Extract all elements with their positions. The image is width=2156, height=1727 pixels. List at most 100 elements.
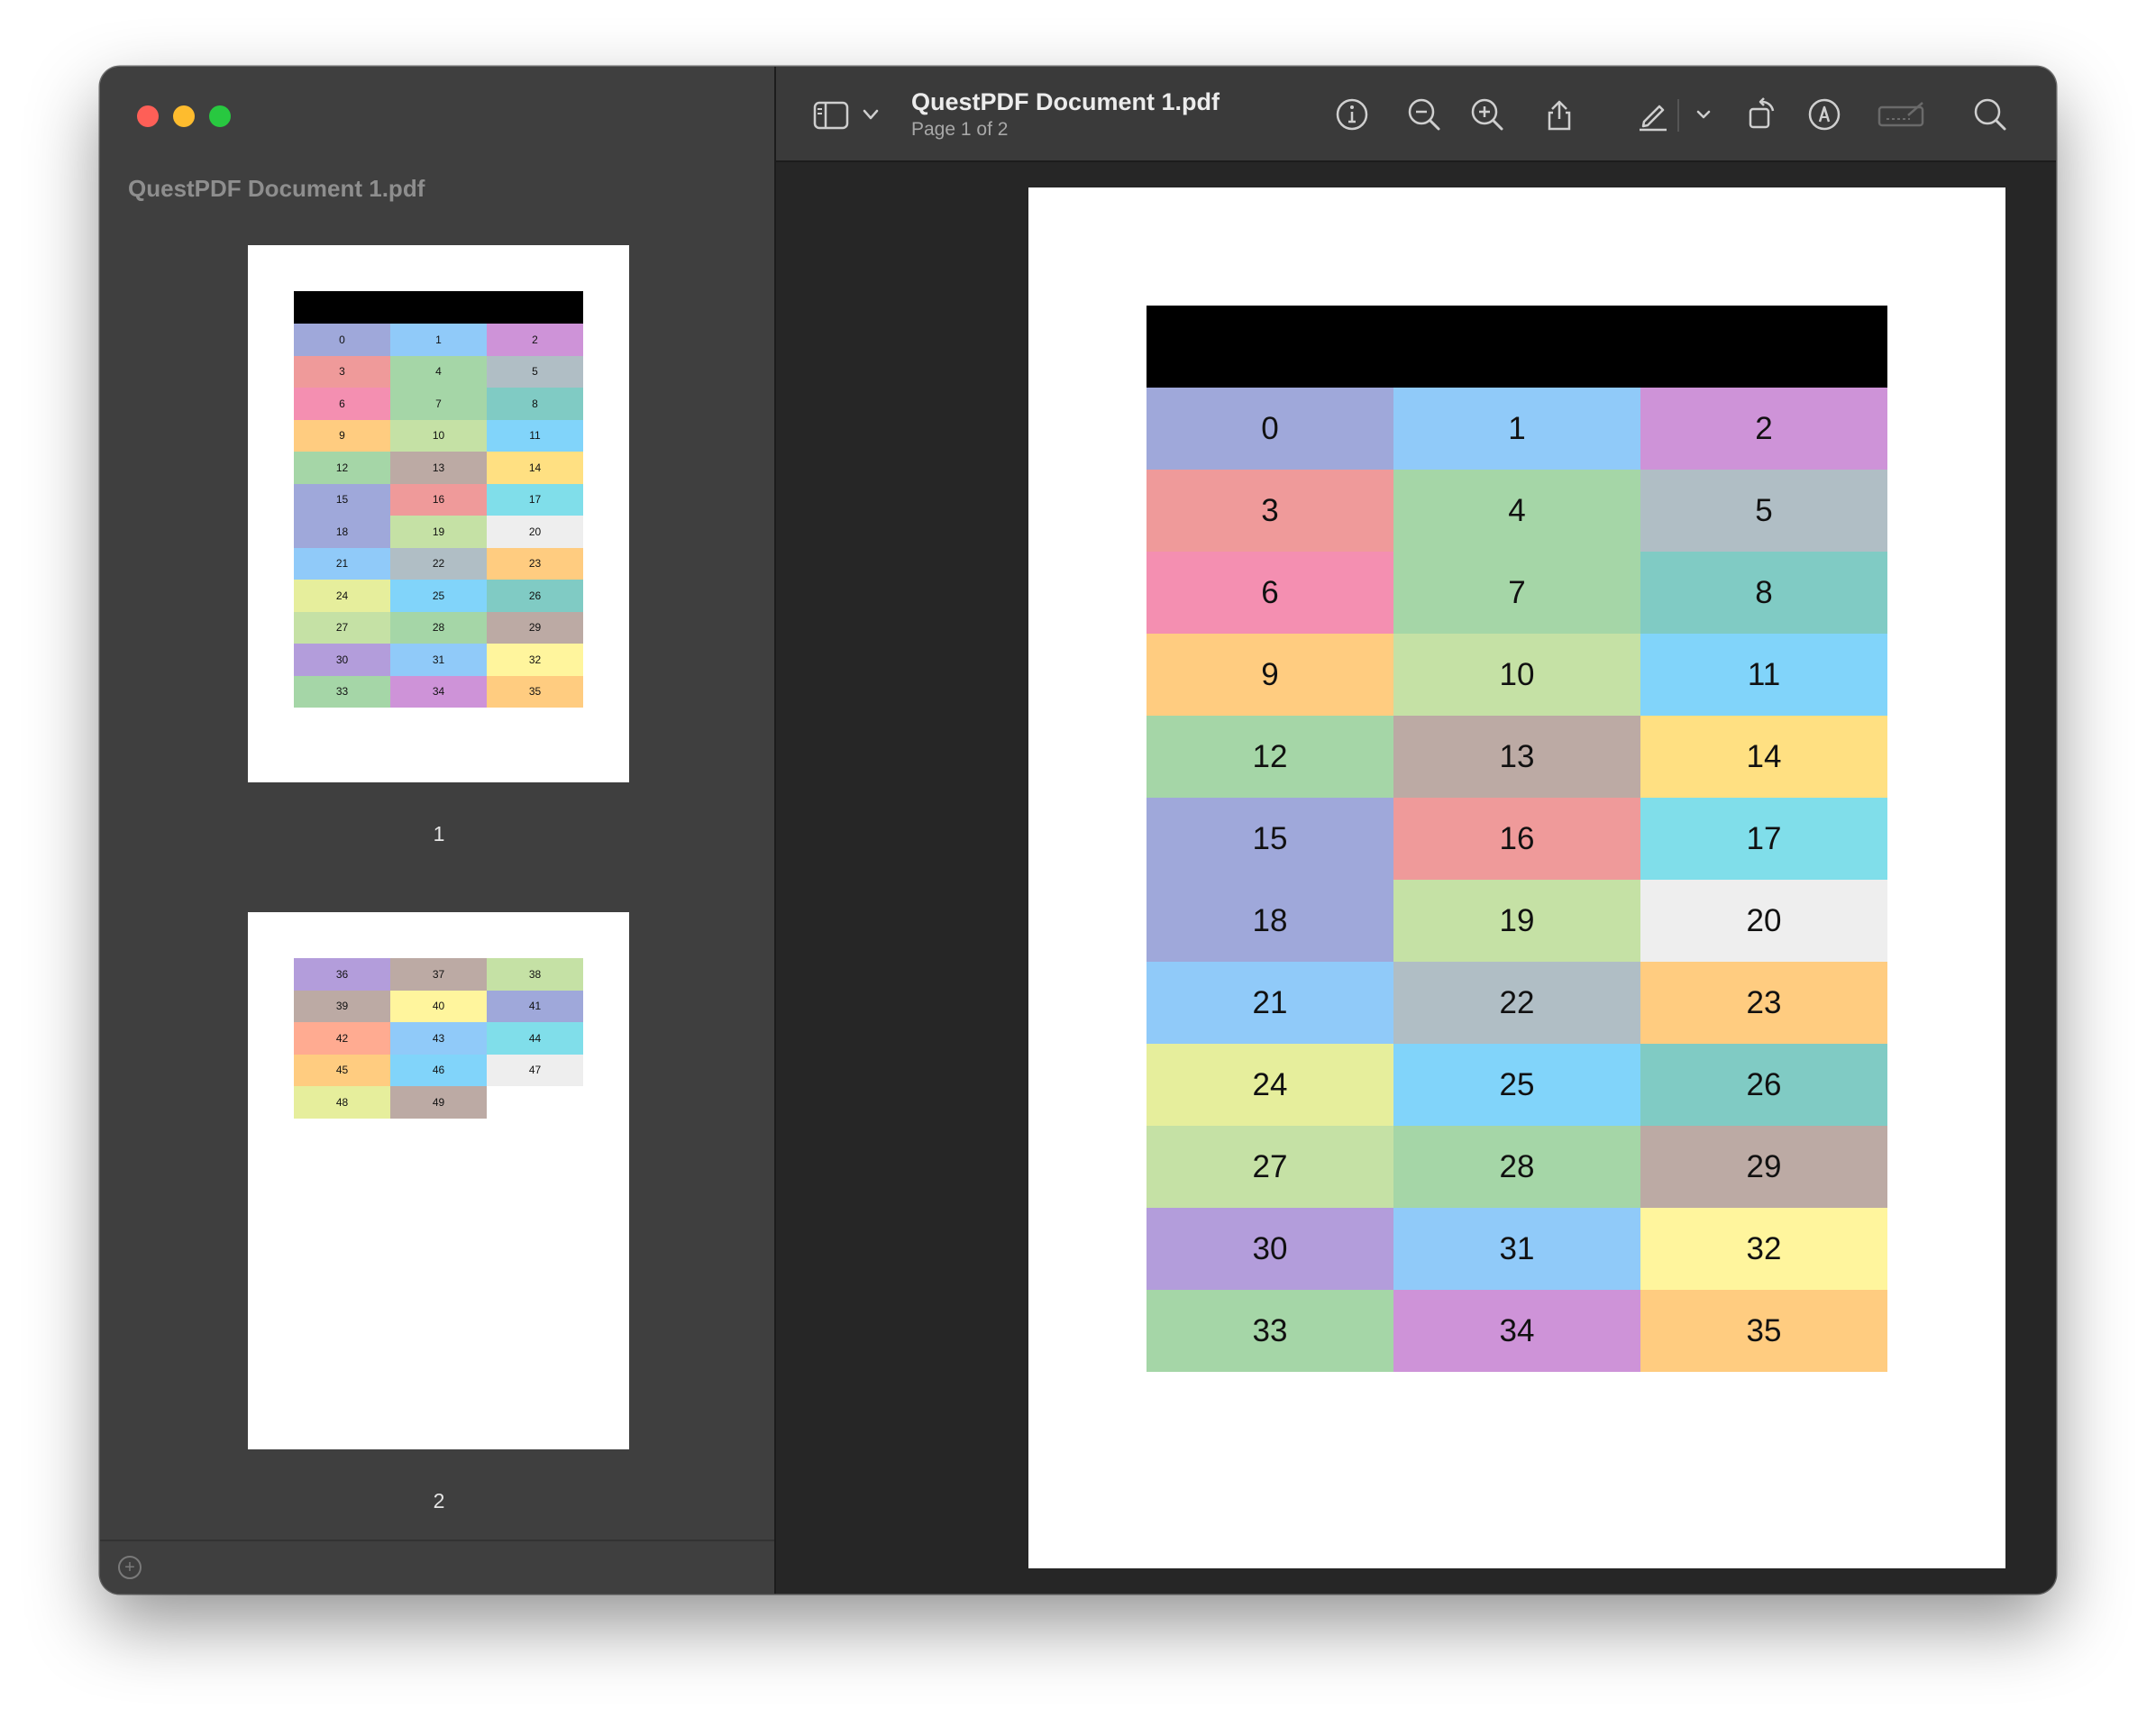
table-cell: 19 [390,516,487,548]
thumbnail-label: 2 [433,1489,445,1512]
document-view[interactable]: 0 1 2 3 4 5 6 7 8 9 10 11 12 13 14 15 16 17 18 19 20 21 22 23 24… [776,162,2056,1594]
table-grid: 0 1 2 3 4 5 6 7 8 9 10 11 12 13 14 15 16 17 18 19 20 21 22 23 24… [1147,388,1887,1372]
close-window-button[interactable] [137,105,159,127]
preview-window: QuestPDF Document 1.pdf 0 1 2 3 4 5 6 7 8 9 10 11 12… [100,67,2056,1594]
table-header [294,291,583,324]
table-cell: 1 [390,324,487,356]
table-cell: 5 [487,355,583,388]
table-cell: 30 [1147,1208,1393,1290]
sidebar-title: QuestPDF Document 1.pdf [128,175,425,202]
table-cell: 37 [390,958,487,991]
table-cell: 16 [390,483,487,516]
table-cell: 49 [390,1086,487,1119]
table-cell: 25 [1393,1044,1640,1126]
table-cell: 40 [390,990,487,1022]
table-cell: 10 [1393,634,1640,716]
table-cell: 46 [390,1054,487,1086]
fullscreen-window-button[interactable] [209,105,231,127]
highlight-pen-icon[interactable] [1632,94,1674,135]
table-header [1147,306,1887,388]
table-cell: 13 [1393,716,1640,798]
table-cell: 0 [294,324,390,356]
table-cell: 29 [1640,1126,1887,1208]
table-cell: 15 [1147,798,1393,880]
table-cell: 43 [390,1022,487,1055]
table-cell: 44 [487,1022,583,1055]
sidebar-footer: + [100,1540,774,1594]
info-icon[interactable] [1331,94,1373,135]
table-cell: 17 [487,483,583,516]
table-cell: 20 [487,516,583,548]
table-cell: 29 [487,611,583,644]
table-cell: 11 [487,419,583,452]
table-cell: 6 [1147,552,1393,634]
table-cell: 35 [487,675,583,708]
table-cell: 9 [1147,634,1393,716]
thumbnail-page-2[interactable]: 36 37 38 39 40 41 42 43 44 45 46 47 48 49 [248,912,629,1449]
table-cell: 12 [1147,716,1393,798]
table-cell: 10 [390,419,487,452]
thumbnail-page-1[interactable]: 0 1 2 3 4 5 6 7 8 9 10 11 12 13 14 15 16 17 18 19 20 21 22 23 24… [248,245,629,782]
table-cell: 14 [487,452,583,484]
table-cell: 4 [1393,470,1640,552]
table-cell: 33 [1147,1290,1393,1372]
table-cell: 13 [390,452,487,484]
table-cell: 38 [487,958,583,991]
table-cell: 18 [294,516,390,548]
sidebar-toggle-icon[interactable] [812,97,850,133]
table-cell: 20 [1640,880,1887,962]
table-cell: 22 [1393,962,1640,1044]
table-cell: 23 [487,547,583,580]
page-indicator: Page 1 of 2 [911,119,1009,140]
toolbar: QuestPDF Document 1.pdf Page 1 of 2 [776,67,2056,162]
document-title: QuestPDF Document 1.pdf [911,88,1220,115]
share-icon[interactable] [1539,94,1580,135]
table-cell: 25 [390,580,487,612]
zoom-out-icon[interactable] [1403,94,1445,135]
table-cell: 32 [1640,1208,1887,1290]
zoom-in-icon[interactable] [1466,94,1508,135]
plus-circle-icon[interactable]: + [118,1556,142,1579]
chevron-down-icon[interactable] [861,105,881,124]
table-cell: 28 [390,611,487,644]
markup-icon[interactable] [1804,94,1845,135]
table-cell: 24 [294,580,390,612]
table-cell: 30 [294,644,390,676]
table-cell: 35 [1640,1290,1887,1372]
table-cell: 14 [1640,716,1887,798]
table-cell: 0 [1147,388,1393,470]
table-cell: 3 [1147,470,1393,552]
toolbar-divider [1677,99,1679,132]
thumbnail-table: 0 1 2 3 4 5 6 7 8 9 10 11 12 13 14 15 16 17 18 19 20 21 22 23 24… [294,291,583,708]
table-cell: 16 [1393,798,1640,880]
table-cell: 17 [1640,798,1887,880]
table-cell: 28 [1393,1126,1640,1208]
table-cell: 12 [294,452,390,484]
minimize-window-button[interactable] [173,105,195,127]
table-cell: 15 [294,483,390,516]
table-cell: 27 [1147,1126,1393,1208]
pdf-page: 0 1 2 3 4 5 6 7 8 9 10 11 12 13 14 15 16 17 18 19 20 21 22 23 24… [1028,187,2005,1568]
table-cell: 18 [1147,880,1393,962]
search-icon[interactable] [1969,94,2011,135]
table-cell: 8 [487,388,583,420]
table-cell: 19 [1393,880,1640,962]
table-cell: 26 [1640,1044,1887,1126]
table-cell: 3 [294,355,390,388]
table-cell: 7 [1393,552,1640,634]
table-cell: 4 [390,355,487,388]
table-cell: 34 [1393,1290,1640,1372]
table-cell: 27 [294,611,390,644]
table-cell: 1 [1393,388,1640,470]
table-cell: 33 [294,675,390,708]
thumbnail-grid: 36 37 38 39 40 41 42 43 44 45 46 47 48 49 [294,958,583,1119]
thumbnail-table: 36 37 38 39 40 41 42 43 44 45 46 47 48 49 [294,958,583,1119]
table-cell: 5 [1640,470,1887,552]
table-cell: 26 [487,580,583,612]
chevron-down-icon[interactable] [1694,105,1713,124]
data-table: 0 1 2 3 4 5 6 7 8 9 10 11 12 13 14 15 16 17 18 19 20 21 22 23 24… [1147,306,1887,1372]
rotate-icon[interactable] [1740,94,1782,135]
table-cell: 34 [390,675,487,708]
table-cell: 24 [1147,1044,1393,1126]
signature-icon[interactable] [1876,94,1926,135]
